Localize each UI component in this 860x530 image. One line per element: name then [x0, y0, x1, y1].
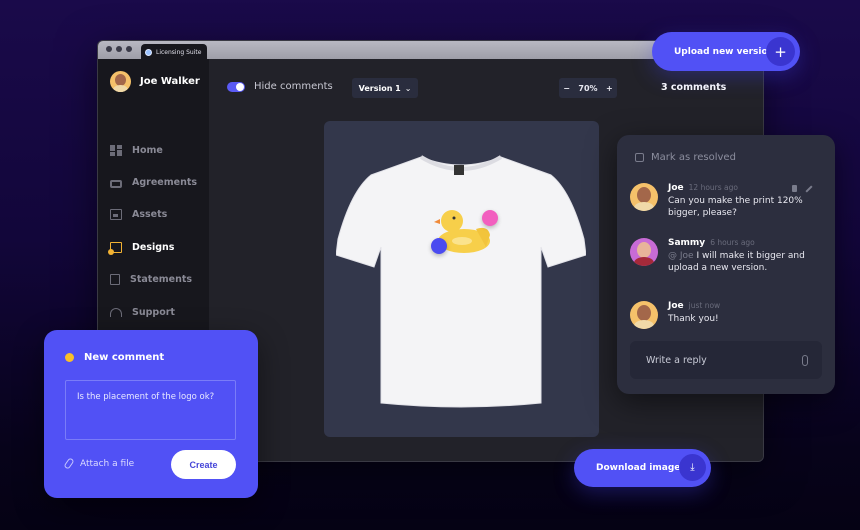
- resolve-label: Mark as resolved: [651, 152, 736, 163]
- browser-tab[interactable]: Licensing Suite: [141, 44, 207, 60]
- label-tag: [454, 165, 464, 175]
- upload-label: Upload new version: [674, 46, 775, 57]
- toggle-switch[interactable]: [227, 81, 245, 92]
- avatar: [630, 238, 658, 266]
- avatar: [630, 301, 658, 329]
- comment-author: Joe: [668, 301, 684, 311]
- comment-text: Can you make the print 120% bigger, plea…: [668, 196, 803, 218]
- pencil-icon[interactable]: [805, 185, 813, 193]
- comment-pin[interactable]: [431, 238, 447, 254]
- upload-new-version-button[interactable]: Upload new version +: [652, 32, 800, 71]
- version-label: Version 1: [358, 83, 401, 93]
- download-image-button[interactable]: Download image ⤓: [574, 449, 711, 487]
- comments-count: 3 comments: [661, 82, 727, 93]
- headset-icon: [110, 307, 122, 317]
- new-comment-title: New comment: [84, 352, 165, 363]
- plus-icon: +: [766, 37, 795, 66]
- handshake-icon: [110, 179, 122, 188]
- comment-time: 6 hours ago: [710, 238, 755, 247]
- globe-icon: [145, 48, 152, 56]
- home-icon: [110, 144, 122, 156]
- sidebar-item-home[interactable]: Home: [110, 134, 197, 166]
- comment-pin[interactable]: [482, 210, 498, 226]
- comment-author: Sammy: [668, 238, 706, 248]
- user-profile[interactable]: Joe Walker: [110, 71, 200, 92]
- toggle-label: Hide comments: [254, 81, 333, 92]
- comment-time: 12 hours ago: [688, 183, 738, 192]
- comments-panel: Mark as resolved Joe 12 hours ago Can yo…: [617, 135, 835, 394]
- tab-title: Licensing Suite: [156, 48, 202, 56]
- sidebar-item-label: Support: [132, 306, 175, 318]
- hide-comments-toggle[interactable]: Hide comments: [227, 81, 333, 92]
- reply-placeholder: Write a reply: [646, 354, 707, 366]
- image-icon: [110, 209, 122, 221]
- comment-author: Joe: [668, 183, 684, 193]
- avatar: [630, 183, 658, 211]
- zoom-out-button[interactable]: −: [563, 84, 570, 93]
- chevron-down-icon: ⌄: [404, 83, 412, 93]
- comment-time: just now: [688, 301, 721, 310]
- new-comment-card: New comment Is the placement of the logo…: [44, 330, 258, 498]
- sidebar-item-statements[interactable]: Statements: [110, 264, 197, 296]
- comment-textarea[interactable]: Is the placement of the logo ok?: [65, 380, 236, 440]
- sidebar-nav: Home Agreements Assets Designs Statement…: [108, 134, 197, 361]
- sidebar-item-label: Agreements: [132, 177, 198, 189]
- status-dot: [65, 353, 74, 362]
- tshirt-image: [336, 155, 586, 408]
- designs-icon: [108, 241, 122, 255]
- checkbox[interactable]: [635, 153, 644, 162]
- attach-file-button[interactable]: Attach a file: [63, 457, 135, 470]
- sidebar-item-label: Assets: [132, 209, 168, 221]
- zoom-control: − 70% +: [559, 78, 617, 98]
- zoom-in-button[interactable]: +: [606, 84, 613, 93]
- comment-item: Joe 12 hours ago Can you make the print …: [630, 183, 825, 219]
- design-canvas[interactable]: [324, 121, 599, 437]
- sidebar-item-assets[interactable]: Assets: [110, 199, 197, 231]
- zoom-level: 70%: [578, 83, 598, 93]
- comment-item: Sammy 6 hours ago @ Joe I will make it b…: [630, 238, 825, 274]
- version-select[interactable]: Version 1 ⌄: [352, 78, 418, 98]
- trash-icon[interactable]: [792, 185, 797, 192]
- mention[interactable]: @ Joe: [668, 251, 694, 261]
- sidebar-item-label: Statements: [130, 274, 193, 286]
- sidebar-item-support[interactable]: Support: [110, 296, 197, 328]
- sidebar-item-label: Designs: [132, 241, 175, 253]
- statement-icon: [110, 274, 120, 286]
- paperclip-icon[interactable]: [802, 354, 808, 366]
- sidebar-item-label: Home: [132, 144, 163, 156]
- reply-input[interactable]: Write a reply: [630, 341, 822, 379]
- user-name: Joe Walker: [140, 76, 200, 87]
- paperclip-icon: [63, 457, 75, 470]
- sidebar-item-designs[interactable]: Designs: [108, 231, 197, 263]
- mark-resolved-checkbox[interactable]: Mark as resolved: [635, 152, 736, 163]
- avatar: [110, 71, 131, 92]
- attach-label: Attach a file: [80, 458, 135, 469]
- download-label: Download image: [596, 463, 681, 473]
- comment-text: Thank you!: [668, 314, 719, 324]
- create-button[interactable]: Create: [171, 450, 236, 479]
- download-icon: ⤓: [679, 454, 706, 481]
- sidebar-item-agreements[interactable]: Agreements: [110, 166, 197, 198]
- window-controls[interactable]: [106, 46, 132, 52]
- comment-item: Joe just now Thank you!: [630, 301, 825, 329]
